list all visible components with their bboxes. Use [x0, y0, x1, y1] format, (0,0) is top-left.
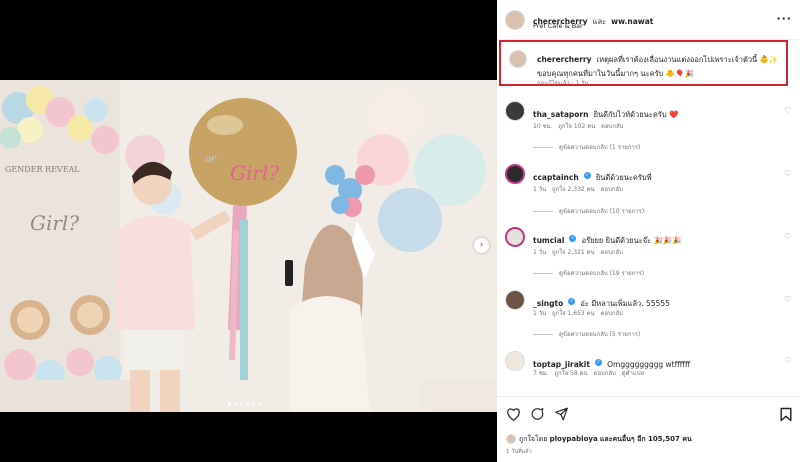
share-icon[interactable] — [554, 407, 569, 421]
caption-highlight: cherercherry เหตุผลที่เราต้องเลื่อนงานแต… — [499, 40, 788, 86]
post-time: 1 วันที่แล้ว — [506, 449, 532, 455]
balloon-girl-text: Girl? — [230, 161, 279, 185]
and-text: และ — [592, 17, 607, 26]
comment-time: 1 วัน — [533, 186, 547, 193]
caption-meta: ถูกแก้ไขแล้ว · 1 วัน — [537, 80, 589, 86]
author-avatar[interactable] — [505, 10, 525, 30]
comment-time: 1 วัน — [533, 249, 547, 256]
heart-icon[interactable]: ♡ — [784, 232, 792, 241]
carousel-dot — [234, 402, 237, 405]
heart-icon[interactable]: ♡ — [784, 169, 792, 178]
like-heart-icon[interactable] — [506, 407, 521, 421]
carousel-dot — [240, 402, 243, 405]
view-replies-button[interactable]: ดูข้อความตอบกลับ (1 รายการ) — [533, 142, 640, 152]
liked-by-count[interactable]: และคนอื่นๆ อีก 105,507 คน — [600, 435, 692, 443]
comment-likes[interactable]: ถูกใจ 2,321 คน — [552, 249, 595, 256]
comment-icon[interactable] — [530, 407, 545, 421]
balloon-or-text: or — [205, 154, 217, 165]
party-photo-illustration: GENDER REVEAL Girl? or Girl? — [0, 80, 497, 412]
chevron-right-icon: › — [479, 240, 484, 250]
view-replies-button[interactable]: ดูข้อความตอบกลับ (5 รายการ) — [533, 329, 640, 339]
verified-badge-icon: ✓ — [583, 172, 591, 179]
translate-link[interactable]: ดูคำแปล — [622, 370, 645, 377]
action-bar: ถูกใจโดย ploypabloya และคนอื่นๆ อีก 105,… — [497, 396, 800, 462]
post-header: cherercherry และ ww.nawat Préf Café & Ba… — [497, 0, 800, 40]
liked-by-user[interactable]: ploypabloya — [550, 435, 598, 443]
view-replies-button[interactable]: ดูข้อความตอบกลับ (10 รายการ) — [533, 206, 644, 216]
reply-button[interactable]: ตอบกลับ — [593, 370, 615, 377]
verified-badge-icon: ✓ — [595, 359, 603, 366]
post-media: GENDER REVEAL Girl? or Girl? › — [0, 0, 497, 462]
comment-text: ยินดีด้วยนะครับพี่ — [595, 173, 652, 182]
heart-icon[interactable]: ♡ — [784, 106, 792, 115]
carousel-dot — [258, 402, 261, 405]
next-media-button[interactable]: › — [474, 238, 489, 253]
carousel-dot — [252, 402, 255, 405]
heart-icon[interactable]: ♡ — [784, 356, 792, 365]
comment-time: 10 ชม. — [533, 123, 553, 130]
carousel-dot — [228, 402, 231, 405]
comment-text: ยินดีกับไวท์ด้วยนะครับ ❤️ — [593, 110, 679, 119]
commenter-username[interactable]: ccaptainch — [533, 173, 579, 182]
view-replies-button[interactable]: ดูข้อความตอบกลับ (19 รายการ) — [533, 268, 644, 278]
bookmark-icon[interactable] — [780, 407, 792, 422]
post-sidebar: cherercherry และ ww.nawat Préf Café & Ba… — [497, 0, 800, 462]
wall-sign-text: GENDER REVEAL — [5, 165, 80, 174]
comment-time: 7 ชม. — [533, 370, 549, 377]
carousel-indicator — [228, 402, 261, 405]
comment-likes[interactable]: ถูกใจ 1,653 คน — [552, 310, 595, 317]
commenter-username[interactable]: _singto — [533, 299, 563, 308]
reply-button[interactable]: ตอบกลับ — [601, 186, 623, 193]
commenter-username[interactable]: tha_sataporn — [533, 110, 588, 119]
commenter-avatar[interactable] — [505, 290, 525, 310]
commenter-avatar[interactable] — [505, 164, 525, 184]
carousel-dot — [246, 402, 249, 405]
comment-text: อ่ะ มีหลานเพิ่มแล้ว. 55555 — [580, 299, 670, 308]
post-photo[interactable]: GENDER REVEAL Girl? or Girl? › — [0, 80, 497, 412]
reply-button[interactable]: ตอบกลับ — [601, 249, 623, 256]
reply-button[interactable]: ตอบกลับ — [601, 123, 623, 130]
caption-username[interactable]: cherercherry — [537, 55, 592, 64]
verified-badge-icon: ✓ — [569, 235, 577, 242]
comment-likes[interactable]: ถูกใจ 2,332 คน — [552, 186, 595, 193]
collaborator-username[interactable]: ww.nawat — [611, 17, 653, 26]
comment-time: 1 วัน — [533, 310, 547, 317]
commenter-avatar[interactable] — [505, 101, 525, 121]
caption-avatar[interactable] — [509, 50, 527, 68]
verified-badge-icon: ✓ — [568, 298, 576, 305]
comment-likes[interactable]: ถูกใจ 58 คน — [554, 370, 587, 377]
comment-text: อร๊ยยย ยินดีด้วยนะจ๊ะ 🎉🎉🎉 — [581, 236, 682, 245]
heart-icon[interactable]: ♡ — [784, 295, 792, 304]
commenter-avatar[interactable] — [505, 351, 525, 371]
wall-girl-text: Girl? — [30, 211, 79, 235]
liked-by-prefix: ถูกใจโดย — [519, 435, 548, 443]
location-link[interactable]: Préf Café & Bar — [533, 22, 583, 30]
commenter-username[interactable]: tumcial — [533, 236, 564, 245]
commenter-avatar[interactable] — [505, 227, 525, 247]
reply-button[interactable]: ตอบกลับ — [601, 310, 623, 317]
more-horizontal-icon[interactable]: ··· — [776, 12, 792, 25]
liker-avatar[interactable] — [506, 434, 516, 444]
comment-likes[interactable]: ถูกใจ 102 คน — [558, 123, 595, 130]
